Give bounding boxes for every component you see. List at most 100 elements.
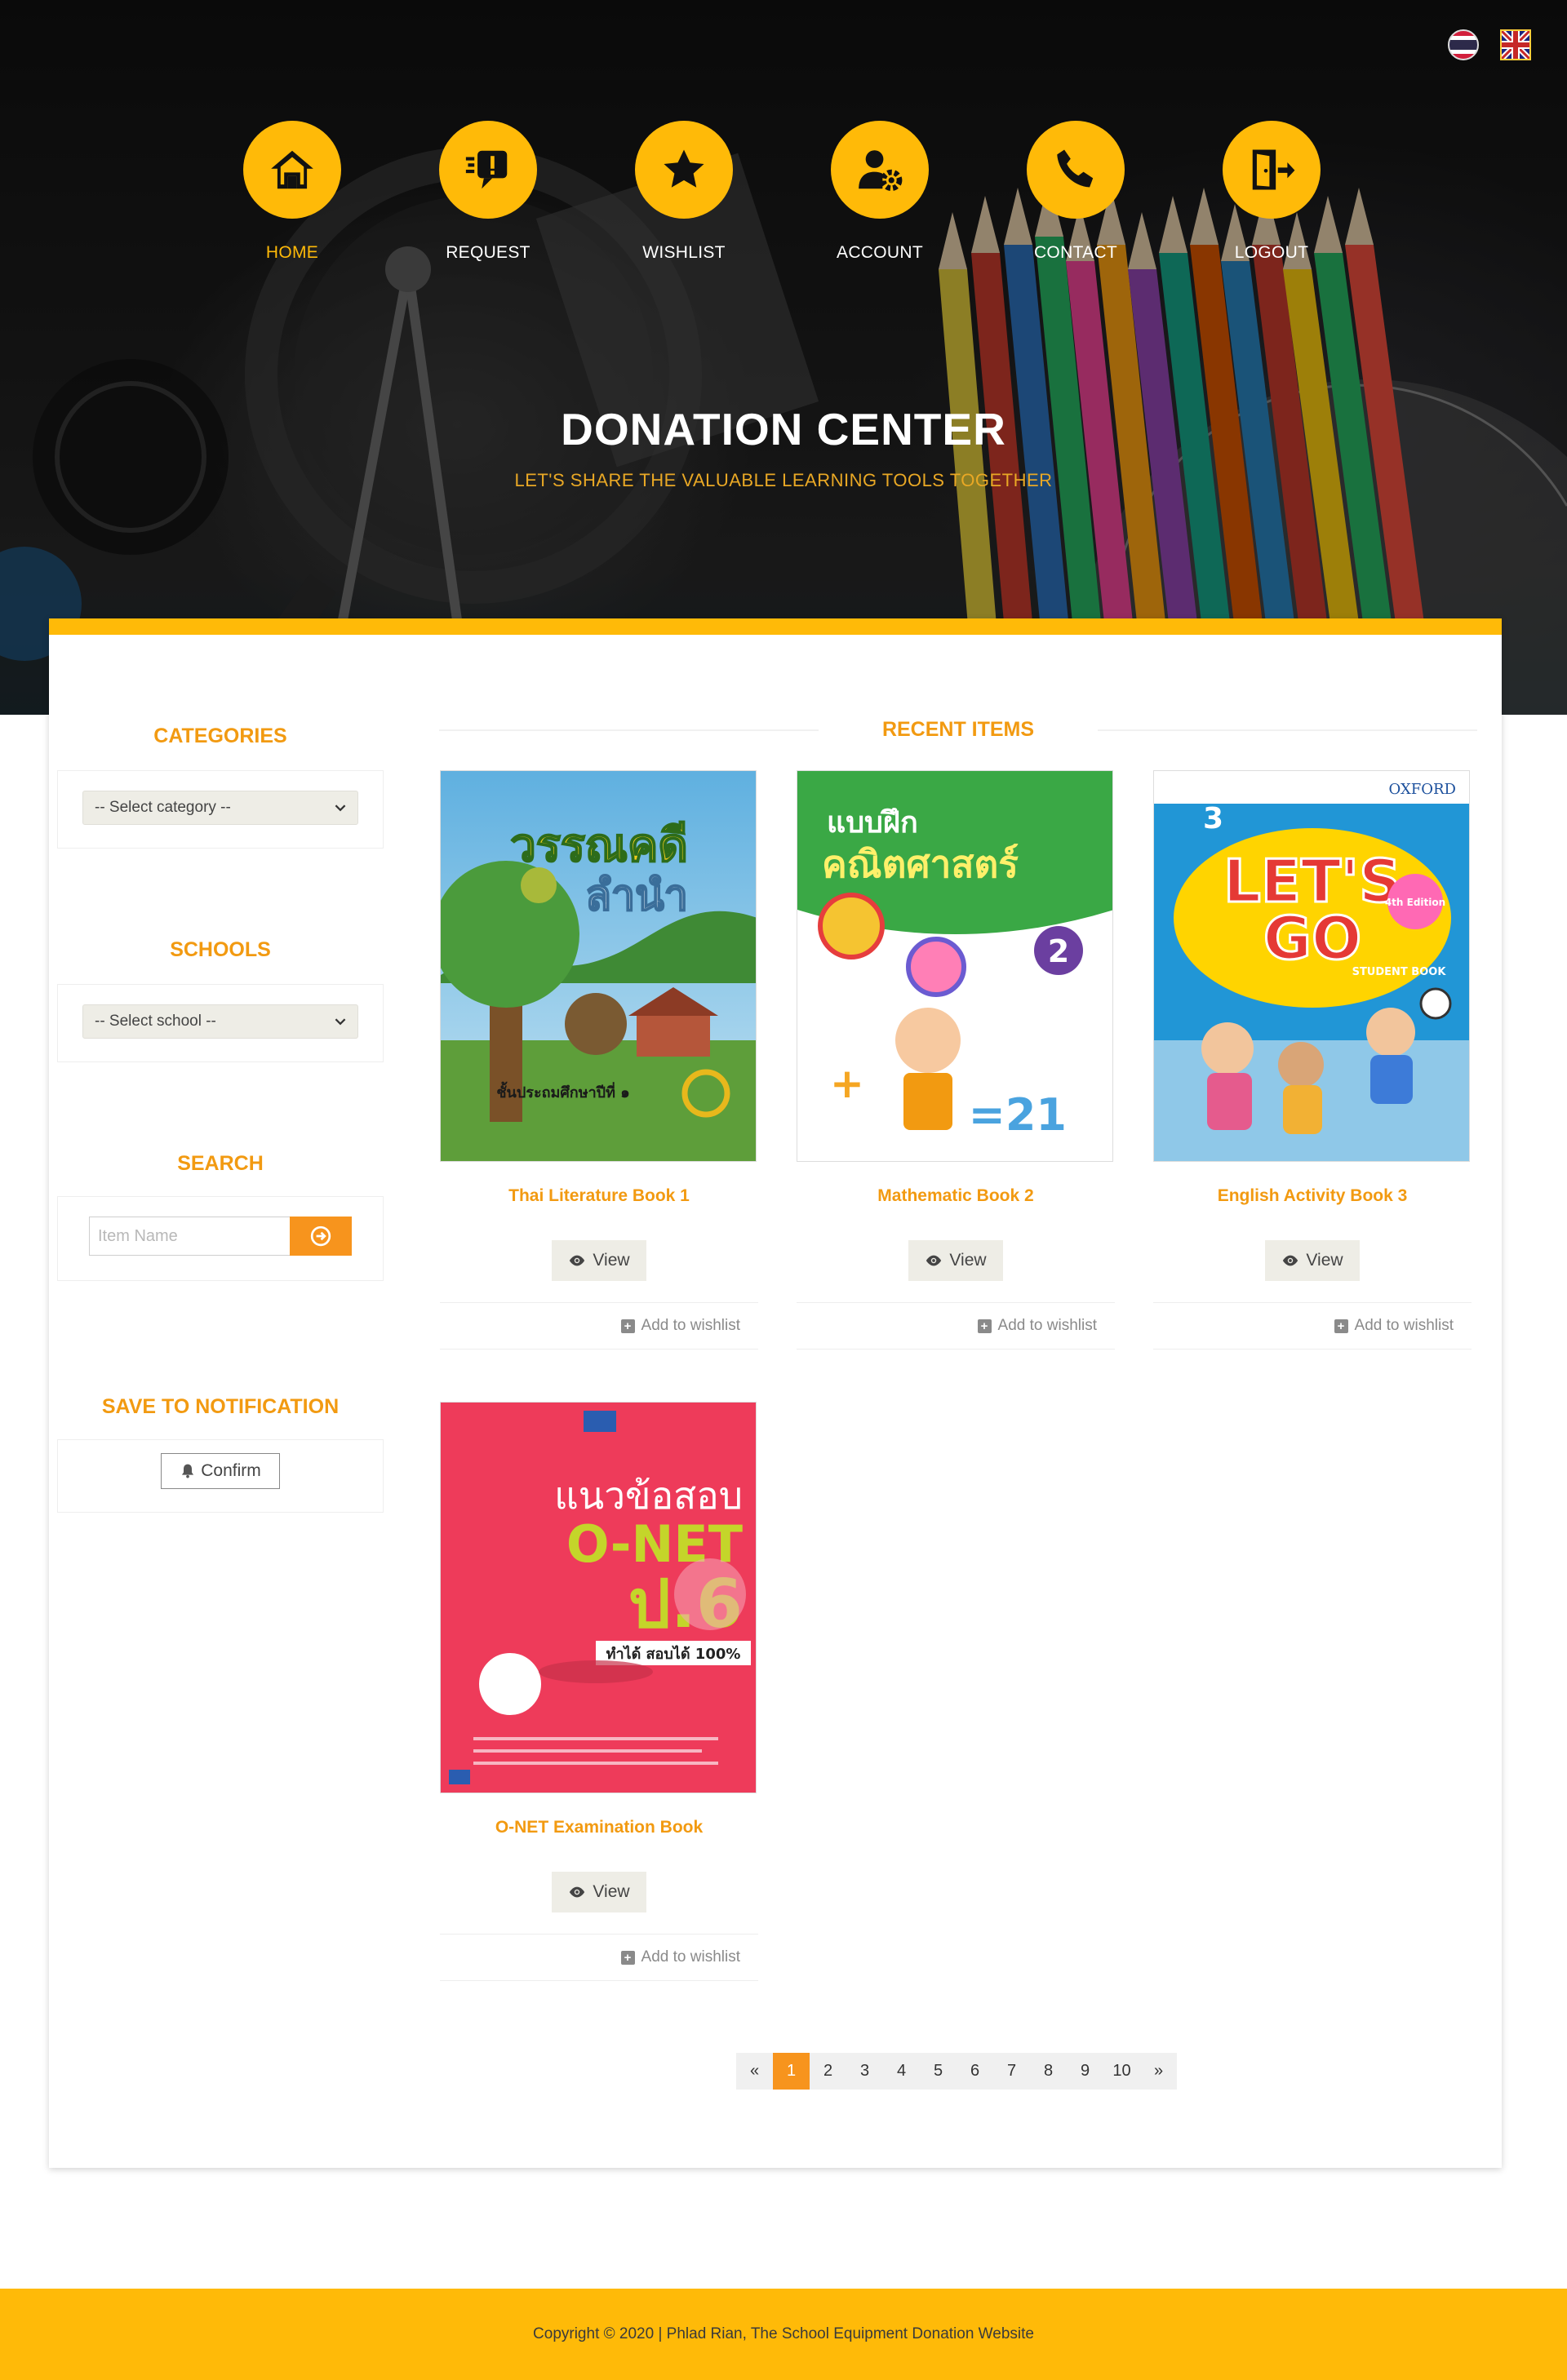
pagination-page[interactable]: 1 [773,2053,810,2090]
item-cover-image[interactable]: OXFORD 3 LET'S GO 4th Edition STUDENT BO… [1153,770,1470,1162]
nav-home-label: HOME [265,243,319,262]
cover-text: ทำได้ สอบได้ 100% [606,1645,741,1663]
pagination-page[interactable]: 10 [1103,2053,1140,2090]
cover-text: OXFORD [1389,781,1457,798]
cover-text: คณิตศาสตร์ [822,842,1019,886]
main-content-card: CATEGORIES -- Select category -- SCHOOLS… [49,618,1502,2168]
cover-text: วรรณคดี [510,819,687,872]
pagination-page[interactable]: 4 [883,2053,920,2090]
nav-wishlist[interactable]: WISHLIST [635,121,733,263]
nav-contact[interactable]: CONTACT [1027,121,1125,263]
pagination-page[interactable]: 6 [957,2053,993,2090]
pagination-page[interactable]: 7 [993,2053,1030,2090]
pagination-page[interactable]: 9 [1067,2053,1103,2090]
notification-heading: SAVE TO NOTIFICATION [101,1395,340,1418]
view-button-label: View [949,1251,987,1270]
confirm-notification-button[interactable]: Confirm [161,1453,280,1489]
recent-items-header: RECENT ITEMS [439,716,1477,741]
pagination-page[interactable]: 8 [1030,2053,1067,2090]
nav-home[interactable]: HOME [243,121,341,263]
nav-account-label: ACCOUNT [837,243,923,262]
item-title[interactable]: English Activity Book 3 [1153,1186,1472,1206]
school-select-value: -- Select school -- [95,1013,216,1030]
svg-text:=21: =21 [969,1089,1067,1141]
nav-request[interactable]: REQUEST [439,121,537,263]
pagination-page[interactable]: 5 [920,2053,957,2090]
nav-request-label: REQUEST [446,243,530,262]
plus-square-icon: + [977,1319,992,1333]
arrow-circle-right-icon [310,1225,331,1247]
add-to-wishlist-link[interactable]: + Add to wishlist [440,1302,758,1350]
search-heading: SEARCH [177,1152,264,1175]
book-cover-thai-literature: วรรณคดี ลำนำ ชั้นประถมศึกษาปีที่ ๑ [441,771,756,1161]
pagination: « 1 2 3 4 5 6 7 8 9 10 » [736,2053,1177,2090]
cover-text: แบบฝึก [827,806,918,840]
cover-text: 2 [1048,933,1069,969]
search-button[interactable] [290,1217,352,1256]
item-title[interactable]: Mathematic Book 2 [797,1186,1115,1206]
page-subtitle: LET'S SHARE THE VALUABLE LEARNING TOOLS … [514,470,1053,490]
category-select[interactable]: -- Select category -- [82,791,358,825]
cover-text: ลำนำ [585,871,688,920]
view-button[interactable]: View [1265,1240,1360,1281]
wishlist-label: Add to wishlist [641,1317,740,1334]
pagination-prev[interactable]: « [736,2053,773,2090]
add-to-wishlist-link[interactable]: + Add to wishlist [440,1934,758,1981]
item-cover-image[interactable]: แนวข้อสอบ O-NET ป.6 ทำได้ สอบได้ 100% [440,1402,757,1793]
add-to-wishlist-link[interactable]: + Add to wishlist [1153,1302,1472,1350]
item-card: แบบฝึก คณิตศาสตร์ ประถม 2 =21 + Mathemat… [797,770,1115,1350]
nav-logout[interactable]: LOGOUT [1223,121,1321,263]
search-input[interactable] [89,1217,290,1256]
hero-banner: HOME REQUEST WISHLIST ACCOUNT CONTACT LO… [0,0,1567,715]
plus-square-icon: + [620,1950,635,1965]
home-icon [243,121,341,219]
nav-account[interactable]: ACCOUNT [831,121,929,263]
request-icon [439,121,537,219]
wishlist-label: Add to wishlist [997,1317,1097,1334]
pagination-page[interactable]: 2 [810,2053,846,2090]
add-to-wishlist-link[interactable]: + Add to wishlist [797,1302,1115,1350]
phone-icon [1027,121,1125,219]
svg-text:+: + [830,1060,864,1107]
item-title[interactable]: Thai Literature Book 1 [440,1186,758,1206]
item-cover-image[interactable]: วรรณคดี ลำนำ ชั้นประถมศึกษาปีที่ ๑ [440,770,757,1162]
cover-text: STUDENT BOOK [1352,966,1447,978]
recent-items-heading: RECENT ITEMS [881,718,1035,741]
book-cover-mathematic: แบบฝึก คณิตศาสตร์ ประถม 2 =21 + [797,771,1112,1161]
school-select[interactable]: -- Select school -- [82,1004,358,1039]
book-cover-onet: แนวข้อสอบ O-NET ป.6 ทำได้ สอบได้ 100% [441,1403,756,1793]
view-button[interactable]: View [552,1872,646,1912]
view-button[interactable]: View [552,1240,646,1281]
view-button-label: View [1306,1251,1343,1270]
uk-flag-icon[interactable] [1500,29,1531,60]
chevron-down-icon [335,1018,346,1026]
item-card: วรรณคดี ลำนำ ชั้นประถมศึกษาปีที่ ๑ Thai … [440,770,758,1350]
view-button-label: View [593,1251,630,1270]
logout-door-icon [1223,121,1321,219]
confirm-button-label: Confirm [201,1461,261,1480]
book-cover-lets-go: OXFORD 3 LET'S GO 4th Edition STUDENT BO… [1154,771,1469,1161]
main-nav: HOME REQUEST WISHLIST ACCOUNT CONTACT LO… [243,121,1321,263]
wishlist-label: Add to wishlist [1354,1317,1454,1334]
cover-text: แนวข้อสอบ [554,1474,743,1518]
hero-background-art [0,0,1567,715]
item-title[interactable]: O-NET Examination Book [440,1818,758,1837]
item-cover-image[interactable]: แบบฝึก คณิตศาสตร์ ประถม 2 =21 + [797,770,1113,1162]
view-button[interactable]: View [908,1240,1003,1281]
account-gear-icon [831,121,929,219]
cover-text: ชั้นประถมศึกษาปีที่ ๑ [496,1081,629,1101]
pagination-next[interactable]: » [1140,2053,1177,2090]
search-box [57,1196,384,1281]
wishlist-label: Add to wishlist [641,1948,740,1966]
pagination-page[interactable]: 3 [846,2053,883,2090]
item-card: OXFORD 3 LET'S GO 4th Edition STUDENT BO… [1153,770,1472,1350]
search-form [89,1217,352,1256]
eye-icon [570,1255,585,1266]
footer: Copyright © 2020 | Phlad Rian, The Schoo… [0,2289,1567,2380]
plus-square-icon: + [1334,1319,1348,1333]
eye-icon [926,1255,942,1266]
page-title: DONATION CENTER [561,404,1006,454]
eye-icon [1283,1255,1298,1266]
schools-heading: SCHOOLS [170,938,271,961]
thai-flag-icon[interactable] [1448,29,1479,60]
